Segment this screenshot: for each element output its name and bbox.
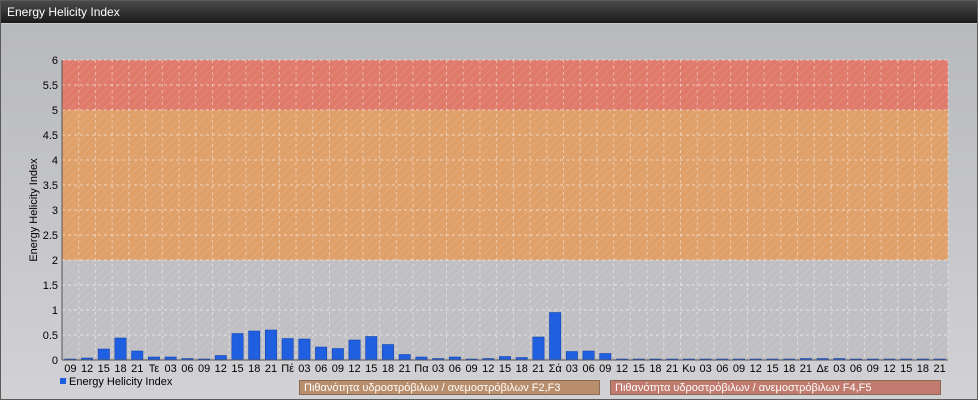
x-tick-label: 03 [699,363,711,375]
legend-swatch [60,378,66,384]
x-tick-label: 18 [114,363,126,375]
bar [398,354,411,361]
x-tick-label: 15 [98,363,110,375]
y-axis-title: Energy Helicity Index [28,158,40,262]
x-tick-label: 12 [616,363,628,375]
y-tick-label: 3.5 [43,180,58,192]
x-tick-label: 09 [733,363,745,375]
x-tick-label: 12 [883,363,895,375]
bar [549,312,562,361]
x-tick-label: 03 [432,363,444,375]
x-tick-label: 15 [900,363,912,375]
bar [114,337,127,361]
bar [599,353,612,361]
ehi-bar-chart: 0 0.5 1 1.5 2 2.5 3 3.5 4 4.5 5 5.5 6 09 12 15 18 21 Τε 03… [28,55,949,388]
x-tick-label: 18 [917,363,929,375]
x-tick-label: 21 [532,363,544,375]
x-tick-label: 12 [215,363,227,375]
x-tick-label: 18 [382,363,394,375]
bar [248,330,261,361]
x-tick-label: Πέ [281,363,294,375]
x-tick-label: 03 [833,363,845,375]
x-tick-label: 15 [766,363,778,375]
zone-legend-f2f3: Πιθανότητα υδροστρόβιλων / ανεμοστρόβιλω… [299,380,600,395]
x-tick-label: 06 [449,363,461,375]
x-tick-label: 06 [315,363,327,375]
x-tick-label: 18 [783,363,795,375]
x-tick-label: 21 [666,363,678,375]
bar [214,355,227,361]
x-tick-label: 21 [399,363,411,375]
bar [532,336,545,361]
x-tick-label: 18 [649,363,661,375]
bar [97,348,110,361]
bar [331,348,344,361]
x-tick-label: 18 [248,363,260,375]
bar [382,344,394,361]
x-tick-label: 21 [265,363,277,375]
legend-label: Energy Helicity Index [69,376,173,388]
zone-legend-f4f5-label: Πιθανότητα υδροστρόβιλων / ανεμοστρόβιλω… [615,382,872,394]
x-tick-label: 21 [131,363,143,375]
zone-legend-f2f3-label: Πιθανότητα υδροστρόβιλων / ανεμοστρόβιλω… [304,382,561,394]
x-tick-label: 15 [365,363,377,375]
bar [365,336,378,361]
bar [315,346,328,361]
x-tick-label: 09 [198,363,210,375]
x-tick-label: 03 [566,363,578,375]
x-tick-label: 18 [516,363,528,375]
x-tick-label: Πα [414,363,429,375]
y-tick-label: 6 [52,55,58,67]
x-tick-label: 06 [582,363,594,375]
y-tick-label: 5 [52,105,58,117]
bar [582,350,595,361]
x-tick-label: 15 [633,363,645,375]
x-tick-label: 09 [332,363,344,375]
series-legend: Energy Helicity Index [60,376,173,388]
y-tick-label: 2.5 [43,230,58,242]
y-tick-label: 1 [52,305,58,317]
x-tick-label: 12 [81,363,93,375]
y-tick-label: 2 [52,255,58,267]
x-tick-label: 21 [934,363,946,375]
y-tick-label: 3 [52,205,58,217]
y-tick-label: 4.5 [43,130,58,142]
bar [265,329,277,361]
bar [499,356,511,361]
x-tick-label: 09 [867,363,879,375]
x-tick-label: 09 [465,363,477,375]
x-tick-label: 12 [348,363,360,375]
y-tick-label: 5.5 [43,80,58,92]
x-tick-label: 15 [499,363,511,375]
x-tick-label: 09 [599,363,611,375]
x-tick-label: 06 [716,363,728,375]
bar [348,339,361,361]
y-tick-label: 0 [52,355,58,367]
x-tick-label: 09 [64,363,76,375]
x-tick-label: 21 [800,363,812,375]
bar [298,338,311,361]
x-tick-label: Σά [549,363,563,375]
x-tick-label: 06 [850,363,862,375]
zone-legend-f4f5: Πιθανότητα υδροστρόβιλων / ανεμοστρόβιλω… [610,380,941,395]
bar [131,350,144,361]
bar [565,351,578,361]
x-tick-label: Τε [149,363,160,375]
bar [281,338,294,361]
x-tick-label: 12 [750,363,762,375]
x-tick-label: Δε [816,363,828,375]
x-tick-label: 03 [165,363,177,375]
y-tick-label: 1.5 [43,280,58,292]
y-tick-label: 0.5 [43,330,58,342]
x-tick-label: Κυ [682,363,695,375]
x-tick-label: 03 [298,363,310,375]
y-tick-label: 4 [52,155,58,167]
x-tick-label: 15 [231,363,243,375]
x-tick-label: 06 [181,363,193,375]
bar [231,333,244,361]
x-tick-label: 12 [482,363,494,375]
